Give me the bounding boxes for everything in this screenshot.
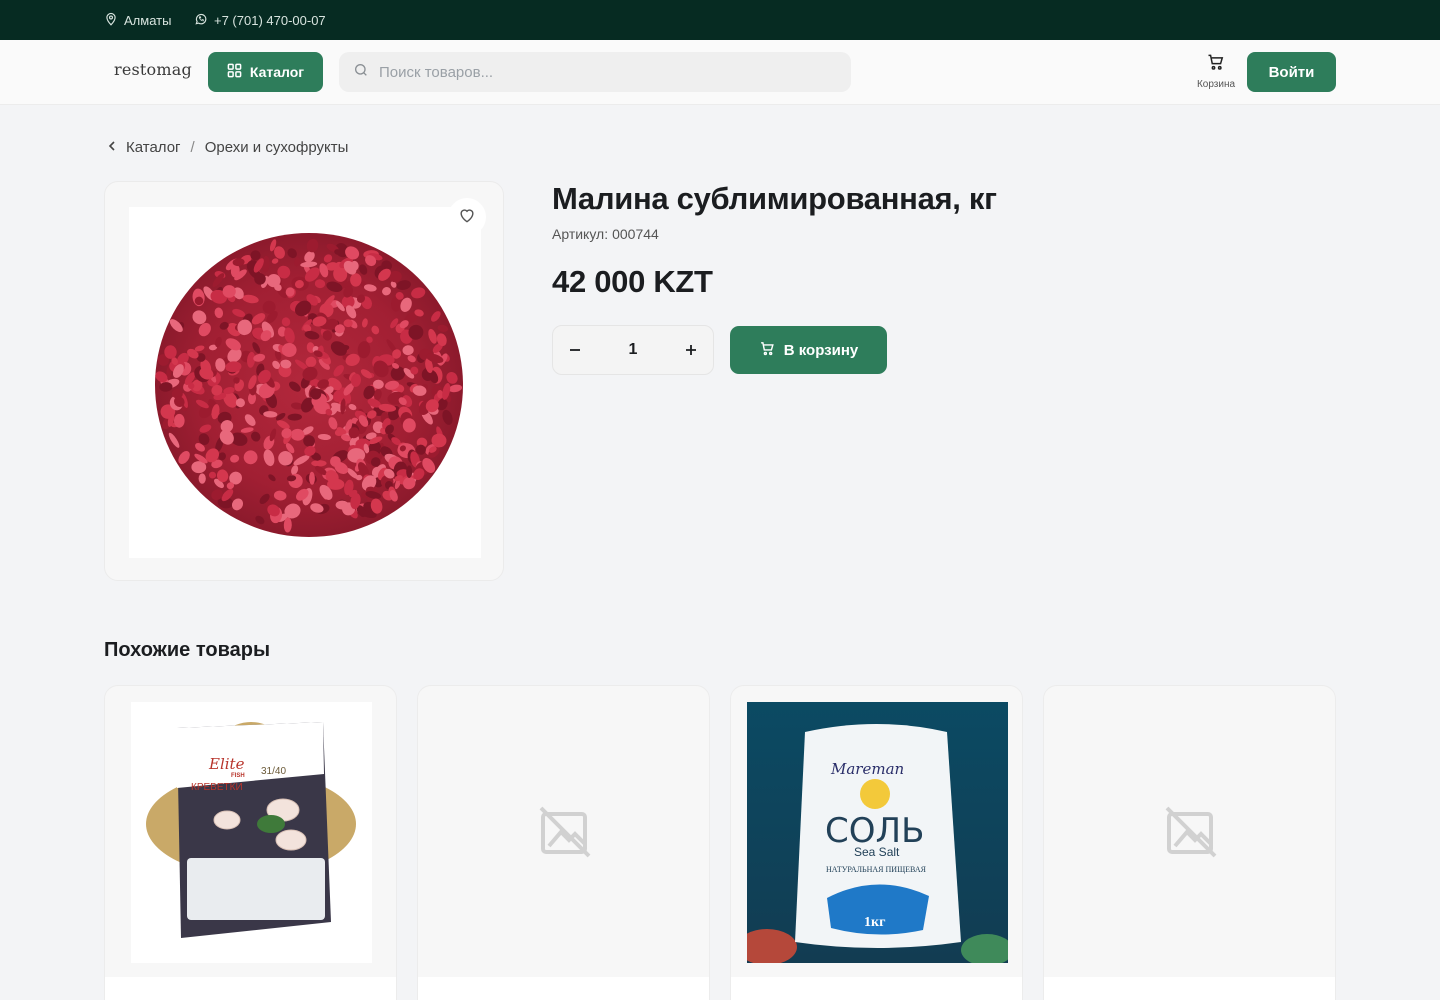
- brand-mareman: Mareman: [830, 760, 904, 778]
- breadcrumb-item-category[interactable]: Орехи и сухофрукты: [205, 139, 349, 156]
- cart-icon: [1206, 52, 1226, 75]
- breadcrumb-separator: /: [190, 138, 195, 156]
- top-bar: Алматы +7 (701) 470-00-07: [0, 0, 1440, 40]
- product-title: Малина сублимированная, кг: [552, 181, 997, 216]
- sea-salt-label: Sea Salt: [854, 845, 900, 859]
- phone-link[interactable]: +7 (701) 470-00-07: [194, 0, 326, 40]
- sku-value: 000744: [612, 226, 659, 242]
- plus-icon: [686, 345, 696, 355]
- brand-elite: Elite: [208, 755, 245, 773]
- minus-icon: [570, 349, 580, 351]
- decrease-button[interactable]: [567, 342, 583, 358]
- heart-icon: [457, 205, 477, 230]
- add-to-cart-label: В корзину: [783, 341, 859, 359]
- brand-fish: FISH: [231, 773, 245, 779]
- quantity-value[interactable]: 1: [629, 341, 638, 359]
- size-31-40: 31/40: [261, 766, 286, 777]
- chevron-left-icon[interactable]: [106, 139, 118, 156]
- breadcrumb-item-catalog[interactable]: Каталог: [126, 139, 181, 156]
- cart-button[interactable]: Корзина: [1190, 52, 1242, 92]
- favorite-button[interactable]: [448, 198, 486, 236]
- city-selector[interactable]: Алматы: [104, 0, 171, 40]
- city-name: Алматы: [124, 12, 172, 28]
- search-icon: [353, 62, 369, 83]
- cart-icon: [759, 340, 776, 361]
- product-price: 42 000 KZT: [552, 264, 713, 299]
- search-box[interactable]: [339, 52, 851, 92]
- catalog-button-label: Каталог: [249, 64, 305, 80]
- search-input[interactable]: [379, 63, 819, 81]
- weight-label: 1кг: [864, 915, 885, 930]
- grid-icon: [227, 63, 242, 81]
- location-pin-icon: [104, 12, 118, 29]
- similar-product-card[interactable]: Mareman СОЛЬ Sea Salt НАТУРАЛЬНАЯ ПИЩЕВА…: [730, 685, 1023, 1000]
- similar-product-card[interactable]: Elite FISH 31/40 КРЕВЕТКИ: [104, 685, 397, 1000]
- image-placeholder-icon: [539, 806, 591, 858]
- header: restomag Каталог Корзина Войти: [0, 40, 1440, 105]
- natural-label: НАТУРАЛЬНАЯ ПИЩЕВАЯ: [826, 865, 927, 874]
- krevetki-label: КРЕВЕТКИ: [191, 782, 243, 793]
- shrimp-package-image: Elite FISH 31/40 КРЕВЕТКИ: [131, 702, 372, 963]
- phone-number: +7 (701) 470-00-07: [214, 12, 326, 28]
- add-to-cart-button[interactable]: В корзину: [730, 326, 887, 374]
- whatsapp-icon: [194, 12, 208, 29]
- login-button[interactable]: Войти: [1247, 52, 1336, 92]
- quantity-stepper: 1: [552, 325, 714, 375]
- image-placeholder-icon: [1165, 806, 1217, 858]
- product-image-card: [104, 181, 504, 581]
- similar-product-card[interactable]: [1043, 685, 1336, 1000]
- increase-button[interactable]: [683, 342, 699, 358]
- raspberry-pile-image: [155, 233, 463, 537]
- salt-package-image: Mareman СОЛЬ Sea Salt НАТУРАЛЬНАЯ ПИЩЕВА…: [747, 702, 1008, 963]
- logo[interactable]: restomag: [114, 60, 192, 79]
- catalog-button[interactable]: Каталог: [208, 52, 323, 92]
- product-image[interactable]: [129, 207, 481, 558]
- breadcrumb: Каталог / Орехи и сухофрукты: [106, 136, 348, 158]
- similar-product-card[interactable]: [417, 685, 710, 1000]
- cart-label: Корзина: [1196, 79, 1236, 90]
- similar-products-title: Похожие товары: [104, 639, 271, 661]
- sku-label: Артикул:: [552, 226, 609, 242]
- product-sku: Артикул: 000744: [552, 226, 659, 242]
